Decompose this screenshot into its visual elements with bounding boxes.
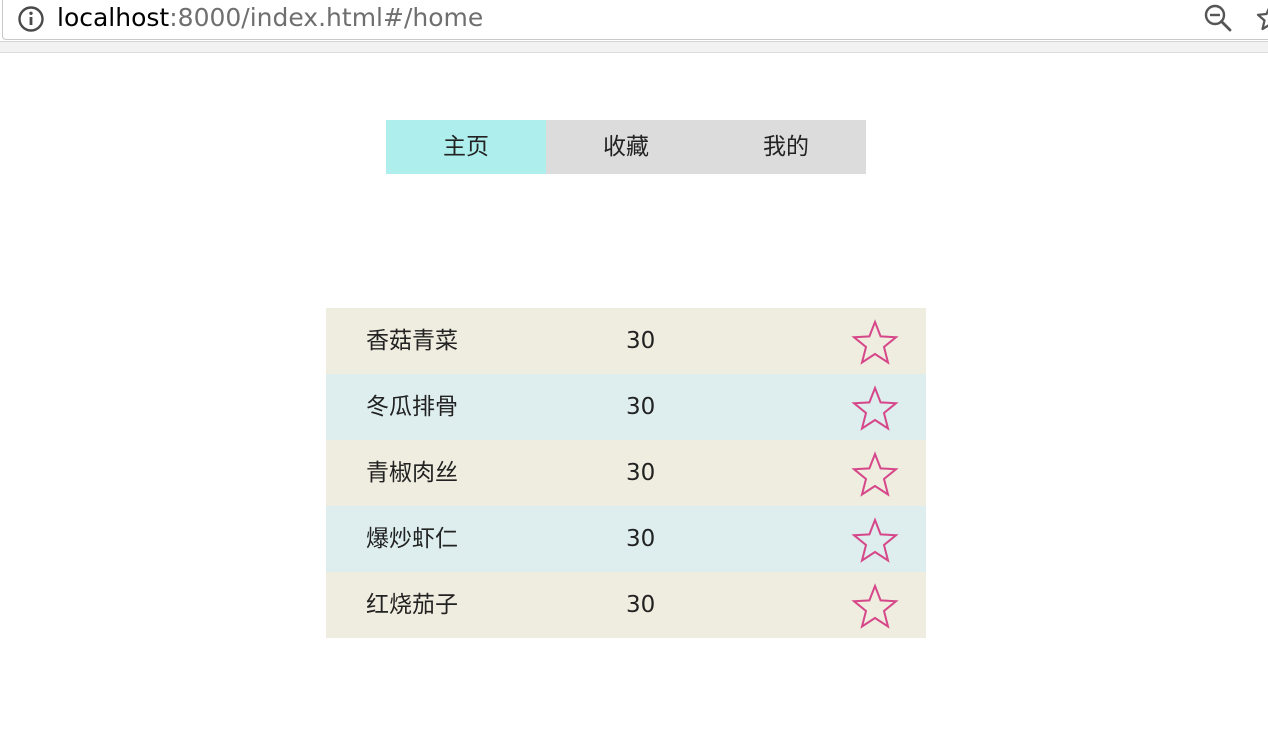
dish-name: 青椒肉丝	[366, 460, 458, 486]
dish-name: 香菇青菜	[366, 328, 458, 354]
tab-home[interactable]: 主页	[386, 120, 546, 174]
list-item: 红烧茄子 30	[326, 572, 926, 638]
tab-favorites[interactable]: 收藏	[546, 120, 706, 174]
list-item: 爆炒虾仁 30	[326, 506, 926, 572]
star-outline-shape	[851, 319, 899, 365]
address-bar[interactable]: localhost:8000/index.html#/home	[2, 0, 1268, 40]
star-outline-shape	[851, 451, 899, 497]
list-item: 冬瓜排骨 30	[326, 374, 926, 440]
favorite-star-icon[interactable]	[850, 583, 900, 631]
dish-price: 30	[626, 526, 656, 552]
list-item: 青椒肉丝 30	[326, 440, 926, 506]
star-outline-shape	[851, 517, 899, 563]
star-outline-shape	[851, 583, 899, 629]
browser-toolbar: localhost:8000/index.html#/home	[0, 0, 1268, 42]
dish-name: 爆炒虾仁	[366, 526, 458, 552]
favorite-star-icon[interactable]	[850, 319, 900, 367]
url-path: :8000/index.html#/home	[169, 3, 484, 32]
dish-price: 30	[626, 394, 656, 420]
info-icon[interactable]	[17, 5, 45, 33]
url-host: localhost	[57, 3, 170, 32]
favorite-star-icon[interactable]	[850, 517, 900, 565]
dish-list: 香菇青菜 30 冬瓜排骨 30 青椒肉丝 30 爆炒虾仁 30 红烧茄子 30	[326, 308, 926, 638]
dish-price: 30	[626, 328, 656, 354]
dish-price: 30	[626, 460, 656, 486]
dish-name: 红烧茄子	[366, 592, 458, 618]
tab-mine[interactable]: 我的	[706, 120, 866, 174]
favorite-star-icon[interactable]	[850, 385, 900, 433]
bookmark-star-icon[interactable]	[1255, 3, 1268, 33]
dish-price: 30	[626, 592, 656, 618]
zoom-out-icon[interactable]	[1203, 3, 1233, 33]
url-text[interactable]: localhost:8000/index.html#/home	[57, 2, 483, 34]
tab-bar: 主页 收藏 我的	[386, 120, 866, 174]
list-item: 香菇青菜 30	[326, 308, 926, 374]
star-outline-shape	[851, 385, 899, 431]
favorite-star-icon[interactable]	[850, 451, 900, 499]
dish-name: 冬瓜排骨	[366, 394, 458, 420]
toolbar-divider	[0, 42, 1268, 53]
